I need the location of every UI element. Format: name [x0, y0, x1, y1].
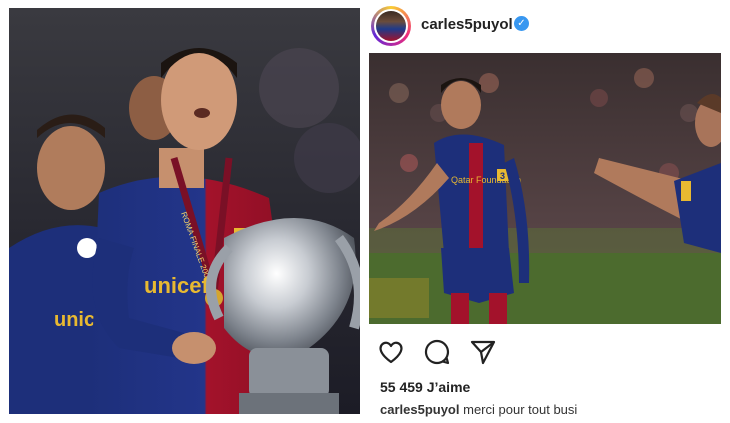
- caption-username[interactable]: carles5puyol: [380, 402, 460, 417]
- post-caption: carles5puyol merci pour tout busi: [380, 402, 577, 417]
- caption-text: merci pour tout busi: [463, 402, 578, 417]
- username-link[interactable]: carles5puyol: [421, 16, 513, 33]
- post-actions: [377, 338, 577, 366]
- likes-count[interactable]: 55 459 J’aime: [380, 379, 470, 395]
- share-icon[interactable]: [469, 338, 497, 366]
- shirt-number-text: 3: [500, 171, 505, 181]
- player-sponsor-text: unicef: [144, 273, 209, 298]
- comment-icon[interactable]: [423, 338, 451, 366]
- post-header: carles5puyol ✓: [369, 5, 721, 46]
- post-image[interactable]: Qatar Foundation 3: [369, 53, 721, 324]
- instagram-post: carles5puyol ✓ Qatar Foundation 3 55 459…: [369, 0, 721, 423]
- verified-badge-icon: ✓: [514, 16, 529, 31]
- likes-number: 55 459: [380, 379, 423, 395]
- likes-label: J’aime: [426, 379, 471, 395]
- heart-icon[interactable]: [377, 338, 405, 366]
- celebration-photo: unicef ROMA FINALE 2009 unicef: [9, 8, 360, 414]
- profile-avatar[interactable]: [371, 6, 411, 46]
